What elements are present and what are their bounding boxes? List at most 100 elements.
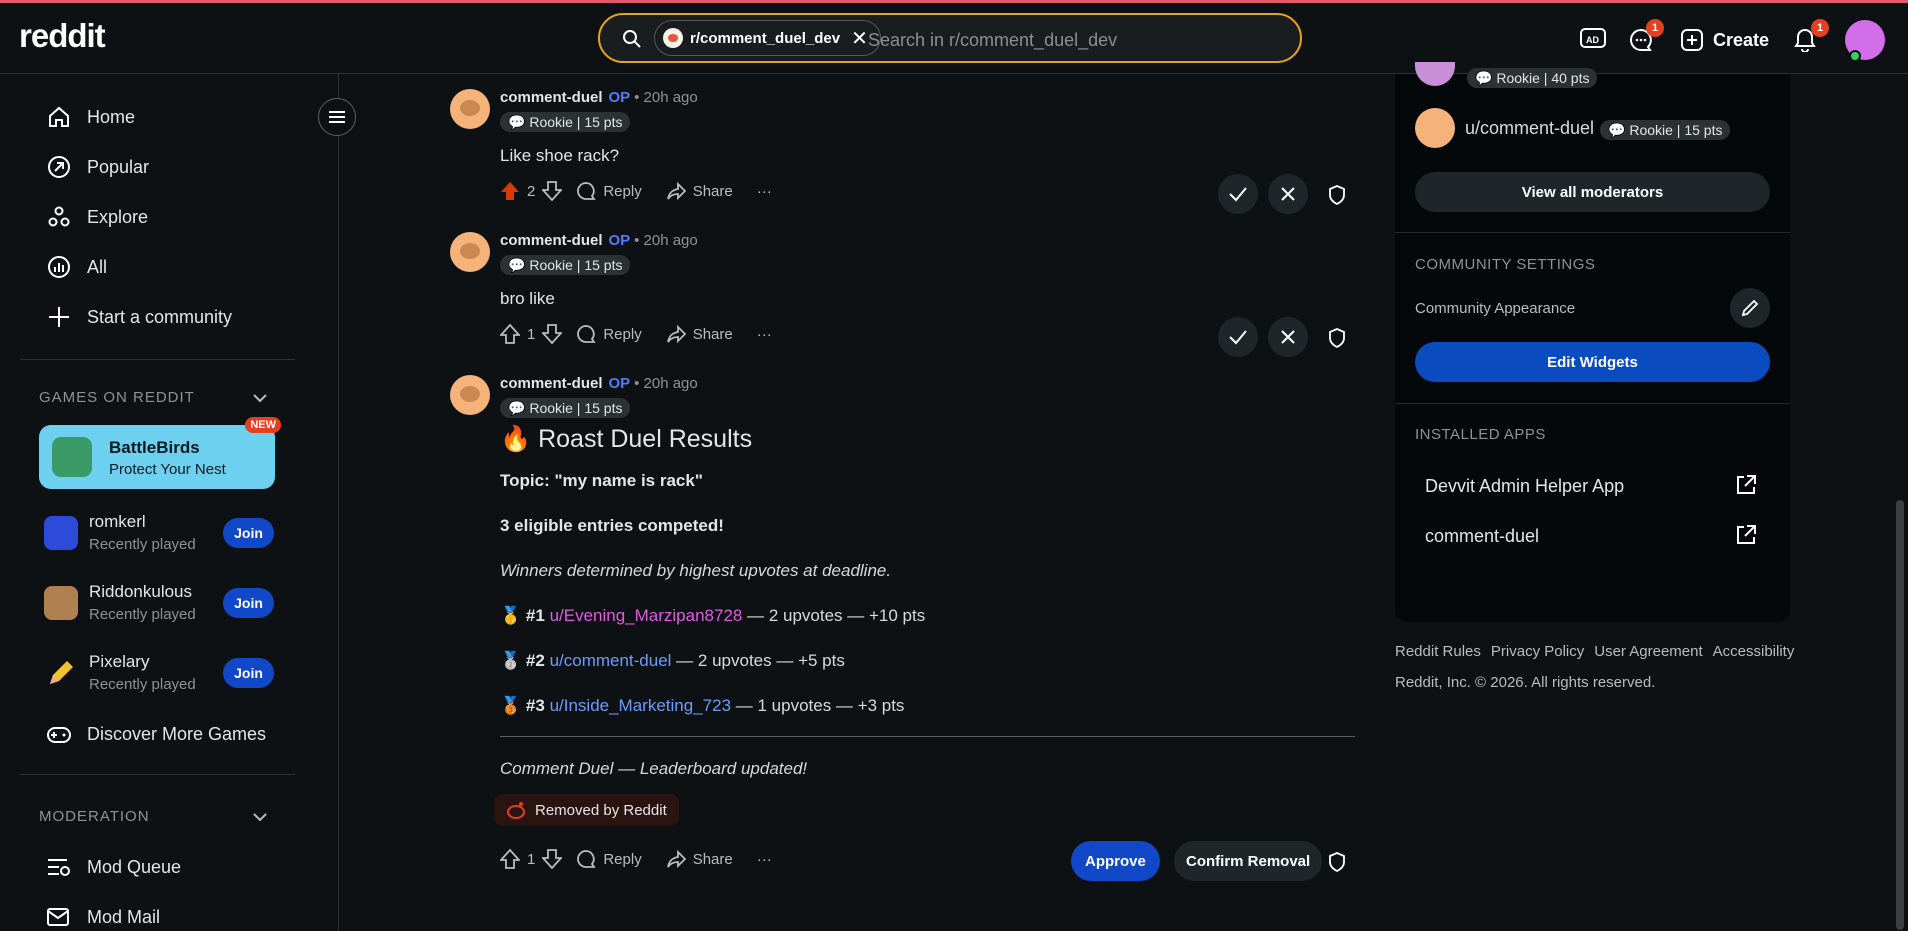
external-link-icon[interactable]	[1735, 524, 1757, 546]
game-name: romkerl	[89, 512, 146, 531]
footer-link-agreement[interactable]: User Agreement	[1594, 643, 1702, 660]
game-status: Recently played	[89, 676, 196, 693]
nav-home-label: Home	[87, 106, 136, 127]
results-footer: Comment Duel — Leaderboard updated!	[500, 759, 808, 778]
game-item-romkerl[interactable]: romkerl Recently played Join	[44, 512, 284, 556]
plus-icon	[49, 307, 69, 327]
downvote-icon[interactable]	[542, 324, 563, 344]
comment-author[interactable]: comment-duel	[500, 89, 603, 106]
user-avatar[interactable]	[1845, 20, 1885, 62]
share-button[interactable]: Share	[666, 181, 733, 201]
join-button[interactable]: Join	[223, 658, 274, 688]
nav-all[interactable]: All	[47, 255, 107, 279]
nav-explore[interactable]: Explore	[47, 205, 148, 229]
shield-icon[interactable]	[1328, 185, 1346, 205]
join-button[interactable]: Join	[223, 588, 274, 618]
join-button[interactable]: Join	[223, 518, 274, 548]
subreddit-filter-chip[interactable]: r/comment_duel_dev ✕	[654, 20, 881, 56]
confirm-removal-button[interactable]: Confirm Removal	[1174, 841, 1323, 881]
nav-explore-label: Explore	[87, 206, 149, 227]
avatar[interactable]	[1415, 108, 1455, 148]
results-topic: Topic: "my name is rack"	[500, 471, 703, 490]
remove-x-button[interactable]	[1268, 174, 1308, 214]
reply-button[interactable]: Reply	[576, 324, 642, 344]
shield-icon[interactable]	[1328, 328, 1346, 348]
approve-check-button[interactable]	[1218, 174, 1258, 214]
avatar[interactable]	[450, 232, 490, 272]
rank-row: 🥉 #3 u/Inside_Marketing_723 — 1 upvotes …	[500, 696, 904, 716]
downvote-icon[interactable]	[542, 849, 563, 869]
ad-icon[interactable]: AD	[1580, 28, 1606, 50]
rank-user-link[interactable]: u/comment-duel	[550, 651, 672, 670]
approve-check-button[interactable]	[1218, 317, 1258, 357]
nav-mod-queue[interactable]: Mod Queue	[47, 856, 181, 878]
share-button[interactable]: Share	[666, 849, 733, 869]
create-button[interactable]: Create	[1681, 29, 1769, 51]
search-input[interactable]: Search in r/comment_duel_dev	[868, 30, 1117, 51]
more-options-icon[interactable]: ···	[757, 326, 772, 343]
reply-button[interactable]: Reply	[576, 849, 642, 869]
avatar[interactable]	[450, 375, 490, 415]
share-label: Share	[692, 850, 733, 868]
scrollbar[interactable]	[1896, 500, 1904, 930]
subreddit-chip-label: r/comment_duel_dev	[690, 29, 841, 47]
new-badge: NEW	[245, 417, 281, 433]
comment-author[interactable]: comment-duel	[500, 232, 603, 249]
chat-badge: 1	[1646, 19, 1664, 37]
nav-home[interactable]: Home	[47, 105, 135, 129]
downvote-icon[interactable]	[542, 181, 563, 201]
moderator-username[interactable]: u/comment-duel	[1465, 118, 1594, 139]
comment-text: Like shoe rack?	[500, 146, 620, 165]
external-link-icon[interactable]	[1735, 474, 1757, 496]
installed-app-row[interactable]: Devvit Admin Helper App	[1425, 476, 1624, 497]
approve-button[interactable]: Approve	[1071, 841, 1160, 881]
bronze-medal-icon: 🥉	[500, 696, 522, 715]
close-icon[interactable]: ✕	[851, 26, 868, 51]
game-name: Pixelary	[89, 652, 150, 671]
game-item-pixelary[interactable]: Pixelary Recently played Join	[44, 652, 284, 696]
discover-more-games[interactable]: Discover More Games	[47, 724, 266, 745]
edit-appearance-button[interactable]	[1730, 288, 1770, 328]
comment-actions: 1 Reply Share ···	[500, 324, 796, 344]
subreddit-icon	[663, 28, 683, 48]
nav-mod-mail[interactable]: Mod Mail	[47, 906, 160, 928]
reddit-logo[interactable]: reddit	[19, 17, 106, 55]
nav-popular[interactable]: Popular	[47, 155, 149, 179]
share-label: Share	[692, 182, 733, 200]
view-all-moderators-button[interactable]: View all moderators	[1415, 172, 1770, 212]
op-label: OP	[608, 375, 630, 392]
reply-button[interactable]: Reply	[576, 181, 642, 201]
share-button[interactable]: Share	[666, 324, 733, 344]
rank-user-link[interactable]: u/Inside_Marketing_723	[550, 696, 731, 715]
upvote-icon[interactable]	[500, 324, 520, 344]
pencil-icon	[44, 656, 78, 690]
remove-x-button[interactable]	[1268, 317, 1308, 357]
upvote-icon[interactable]	[500, 849, 520, 869]
chevron-down-icon[interactable]	[252, 811, 268, 823]
search-bar[interactable]: r/comment_duel_dev ✕ Search in r/comment…	[598, 13, 1302, 63]
flair-label: Rookie | 40 pts	[1496, 70, 1590, 86]
battlebirds-card[interactable]: BattleBirds Protect Your Nest NEW	[39, 417, 281, 489]
avatar[interactable]	[1415, 62, 1455, 86]
footer-link-accessibility[interactable]: Accessibility	[1713, 643, 1795, 660]
chevron-down-icon[interactable]	[252, 392, 268, 404]
more-options-icon[interactable]: ···	[757, 851, 772, 868]
comment-time: • 20h ago	[634, 375, 698, 392]
installed-app-row[interactable]: comment-duel	[1425, 526, 1539, 547]
game-status: Recently played	[89, 606, 196, 623]
upvote-icon[interactable]	[500, 181, 520, 201]
game-item-riddonkulous[interactable]: Riddonkulous Recently played Join	[44, 582, 284, 626]
more-options-icon[interactable]: ···	[757, 183, 772, 200]
footer-link-rules[interactable]: Reddit Rules	[1395, 643, 1481, 660]
edit-widgets-button[interactable]: Edit Widgets	[1415, 342, 1770, 382]
rank-user-link[interactable]: u/Evening_Marzipan8728	[550, 606, 743, 625]
comment-time: • 20h ago	[634, 232, 698, 249]
avatar[interactable]	[450, 89, 490, 129]
footer-link-privacy[interactable]: Privacy Policy	[1491, 643, 1584, 660]
user-flair: 💬 Rookie | 15 pts	[500, 112, 631, 132]
divider	[20, 359, 295, 360]
flair-label: Rookie | 15 pts	[529, 400, 623, 416]
shield-icon[interactable]	[1328, 852, 1346, 872]
comment-author[interactable]: comment-duel	[500, 375, 603, 392]
nav-start-community[interactable]: Start a community	[47, 305, 232, 329]
